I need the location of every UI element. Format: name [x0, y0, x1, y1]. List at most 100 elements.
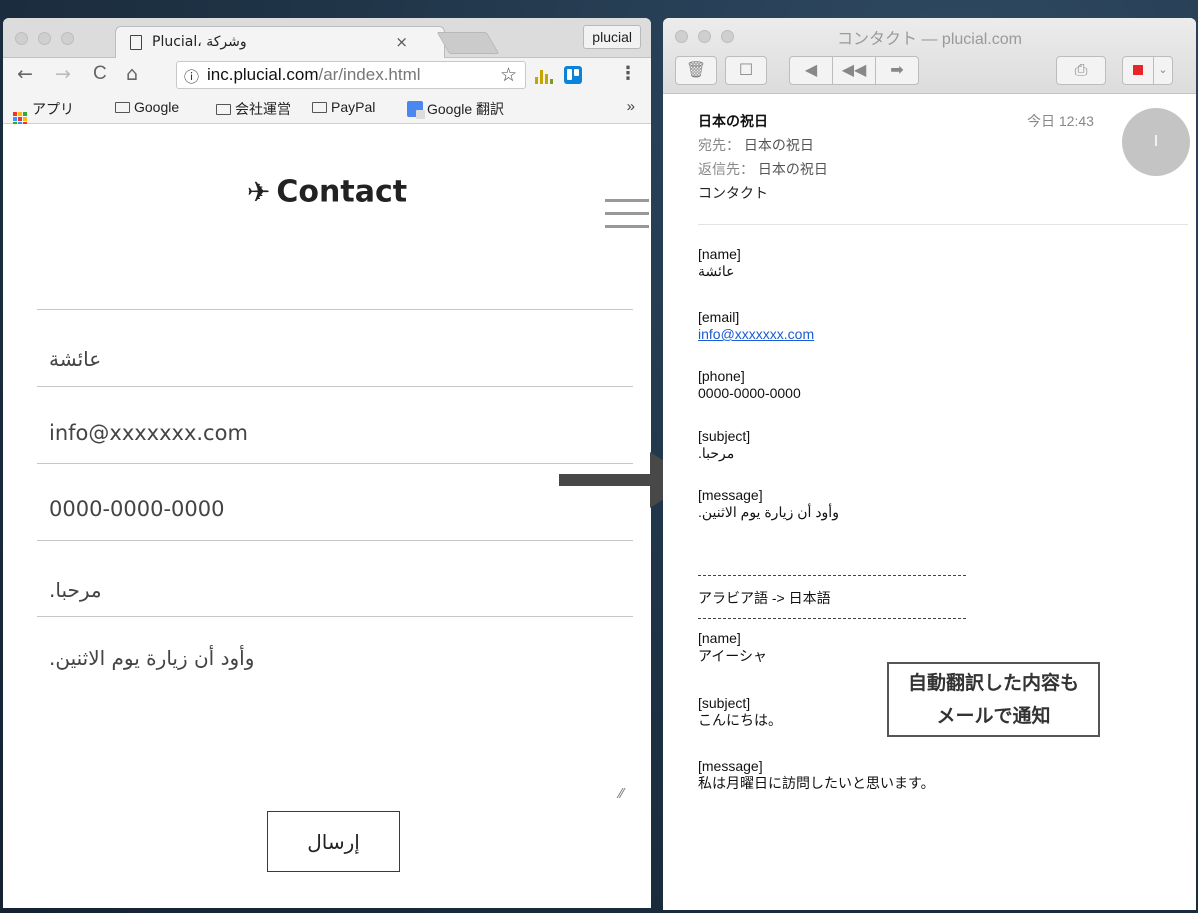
reply-to-label: 返信先： — [698, 161, 754, 177]
url-text: inc.plucial.com/ar/index.html — [207, 65, 421, 85]
mail-titlebar: コンタクト — plucial.com 🗑 ☐ ◀ ◀◀ ➡ ⎙ ⌄ — [663, 18, 1196, 94]
tr-message-label: [message] — [698, 758, 763, 774]
to-label: 宛先： — [698, 137, 740, 153]
browser-window: Plucial، وشركة × plucial ← → C ⌂ ⓘ inc.p… — [3, 18, 651, 908]
junk-button[interactable]: ☐ — [725, 56, 767, 85]
home-button[interactable]: ⌂ — [126, 63, 138, 85]
annotation-callout: 自動翻訳した内容も メールで通知 — [887, 662, 1100, 737]
page-icon — [130, 35, 142, 50]
body-message-value: .وأود أن زيارة يوم الاثنين — [698, 504, 839, 520]
sender-avatar: I — [1122, 108, 1190, 176]
analytics-extension-icon[interactable] — [535, 68, 553, 84]
contact-page: ✈ Contact عائشة info@xxxxxxx.com 0000-000… — [3, 124, 651, 908]
mail-window: コンタクト — plucial.com 🗑 ☐ ◀ ◀◀ ➡ ⎙ ⌄ 日本の祝日… — [663, 18, 1196, 910]
subject-field[interactable]: .مرحبا — [49, 578, 102, 602]
close-window-button[interactable] — [15, 32, 28, 45]
page-title-text: Contact — [276, 174, 408, 210]
reply-icon: ◀ — [804, 60, 818, 79]
tab-close-icon[interactable]: × — [395, 33, 408, 51]
print-button[interactable]: ⎙ — [1056, 56, 1106, 85]
minimize-window-button[interactable] — [38, 32, 51, 45]
back-button[interactable]: ← — [17, 63, 33, 85]
tab-strip: Plucial، وشركة × plucial — [3, 18, 651, 58]
message-textarea[interactable]: .وأود أن زيارة يوم الاثنين — [49, 646, 254, 670]
body-email-label: [email] — [698, 309, 740, 325]
mail-window-title: コンタクト — plucial.com — [837, 31, 1022, 48]
google-translate-icon — [407, 101, 425, 119]
tr-subject-label: [subject] — [698, 695, 751, 711]
tab-title: Plucial، وشركة — [152, 34, 247, 50]
dashed-divider — [698, 618, 966, 619]
forward-button[interactable]: ➡ — [875, 56, 919, 85]
flag-button[interactable] — [1122, 56, 1154, 85]
folder-icon — [115, 102, 130, 113]
tr-message-value: 私は月曜日に訪問したいと思います。 — [698, 775, 935, 791]
body-name-value: عائشة — [698, 263, 735, 279]
printer-icon: ⎙ — [1074, 60, 1088, 79]
bookmark-google[interactable]: Google — [115, 99, 179, 115]
to-value[interactable]: 日本の祝日 — [744, 137, 814, 153]
tr-subject-value: こんにちは。 — [698, 712, 782, 728]
tr-name-value: アイーシャ — [698, 648, 768, 664]
browser-tab[interactable]: Plucial، وشركة × — [115, 26, 445, 58]
body-phone-value: 0000-0000-0000 — [698, 385, 801, 401]
bookmark-label: PayPal — [331, 99, 376, 115]
bookmark-label: 会社運営 — [235, 101, 291, 117]
browser-toolbar: ← → C ⌂ ⓘ inc.plucial.com/ar/index.html … — [3, 58, 651, 92]
zoom-window-button[interactable] — [61, 32, 74, 45]
bookmarks-more-icon[interactable]: » — [627, 98, 635, 115]
bookmark-star-icon[interactable]: ☆ — [500, 64, 517, 86]
trash-icon: 🗑 — [685, 60, 707, 79]
arrow-shaft — [559, 474, 654, 486]
thumbs-down-icon: ☐ — [738, 60, 754, 79]
address-bar[interactable]: ⓘ inc.plucial.com/ar/index.html ☆ — [176, 61, 526, 89]
translation-header: アラビア語 -> 日本語 — [698, 590, 831, 606]
body-email-link[interactable]: info@xxxxxxx.com — [698, 326, 814, 342]
divider — [37, 386, 633, 387]
mail-subject: コンタクト — [698, 185, 768, 201]
bookmark-paypal[interactable]: PayPal — [312, 99, 375, 115]
divider — [37, 616, 633, 617]
trello-extension-icon[interactable] — [564, 66, 582, 84]
new-tab-button[interactable] — [436, 32, 500, 54]
reply-all-button[interactable]: ◀◀ — [832, 56, 876, 85]
reply-to-value[interactable]: 日本の祝日 — [758, 161, 828, 177]
chevron-down-icon: ⌄ — [1158, 63, 1168, 76]
delete-button[interactable]: 🗑 — [675, 56, 717, 85]
annotation-line-1: 自動翻訳した内容も — [907, 672, 1079, 694]
name-field[interactable]: عائشة — [49, 347, 101, 371]
bookmark-company[interactable]: 会社運営 — [216, 99, 291, 119]
divider — [37, 309, 633, 310]
forward-icon: ➡ — [890, 60, 904, 79]
reply-button[interactable]: ◀ — [789, 56, 833, 85]
browser-menu-icon[interactable]: ⋮ — [619, 63, 637, 84]
body-subject-value: .مرحبا — [698, 445, 735, 461]
submit-button[interactable]: إرسال — [267, 811, 400, 872]
divider — [37, 463, 633, 464]
url-host: inc.plucial.com — [207, 65, 319, 84]
resize-handle-icon[interactable]: ⁄⁄ — [619, 787, 623, 802]
annotation-line-2: メールで通知 — [936, 705, 1051, 727]
bookmark-apps[interactable]: アプリ — [13, 99, 74, 126]
sender-name: 日本の祝日 — [698, 113, 768, 129]
header-divider — [698, 224, 1188, 225]
reply-all-icon: ◀◀ — [841, 60, 867, 79]
info-icon[interactable]: ⓘ — [184, 66, 199, 87]
paper-plane-icon: ✈ — [246, 175, 271, 209]
hamburger-menu-icon[interactable] — [605, 199, 649, 233]
phone-field[interactable]: 0000-0000-0000 — [49, 497, 225, 521]
body-name-label: [name] — [698, 246, 741, 262]
dashed-divider — [698, 575, 966, 576]
body-phone-label: [phone] — [698, 368, 745, 384]
flag-menu-button[interactable]: ⌄ — [1153, 56, 1173, 85]
reply-to-line: 返信先： 日本の祝日 — [698, 159, 828, 179]
profile-button[interactable]: plucial — [583, 25, 641, 49]
bookmarks-bar: アプリ Google 会社運営 PayPal Google 翻訳 » — [3, 92, 651, 126]
received-time: 今日 12:43 — [1027, 113, 1094, 129]
flag-icon — [1133, 65, 1143, 75]
bookmark-google-translate[interactable]: Google 翻訳 — [407, 99, 504, 119]
forward-button[interactable]: → — [55, 63, 71, 85]
email-field[interactable]: info@xxxxxxx.com — [49, 421, 248, 445]
reload-button[interactable]: C — [93, 63, 107, 85]
tr-name-label: [name] — [698, 630, 741, 646]
